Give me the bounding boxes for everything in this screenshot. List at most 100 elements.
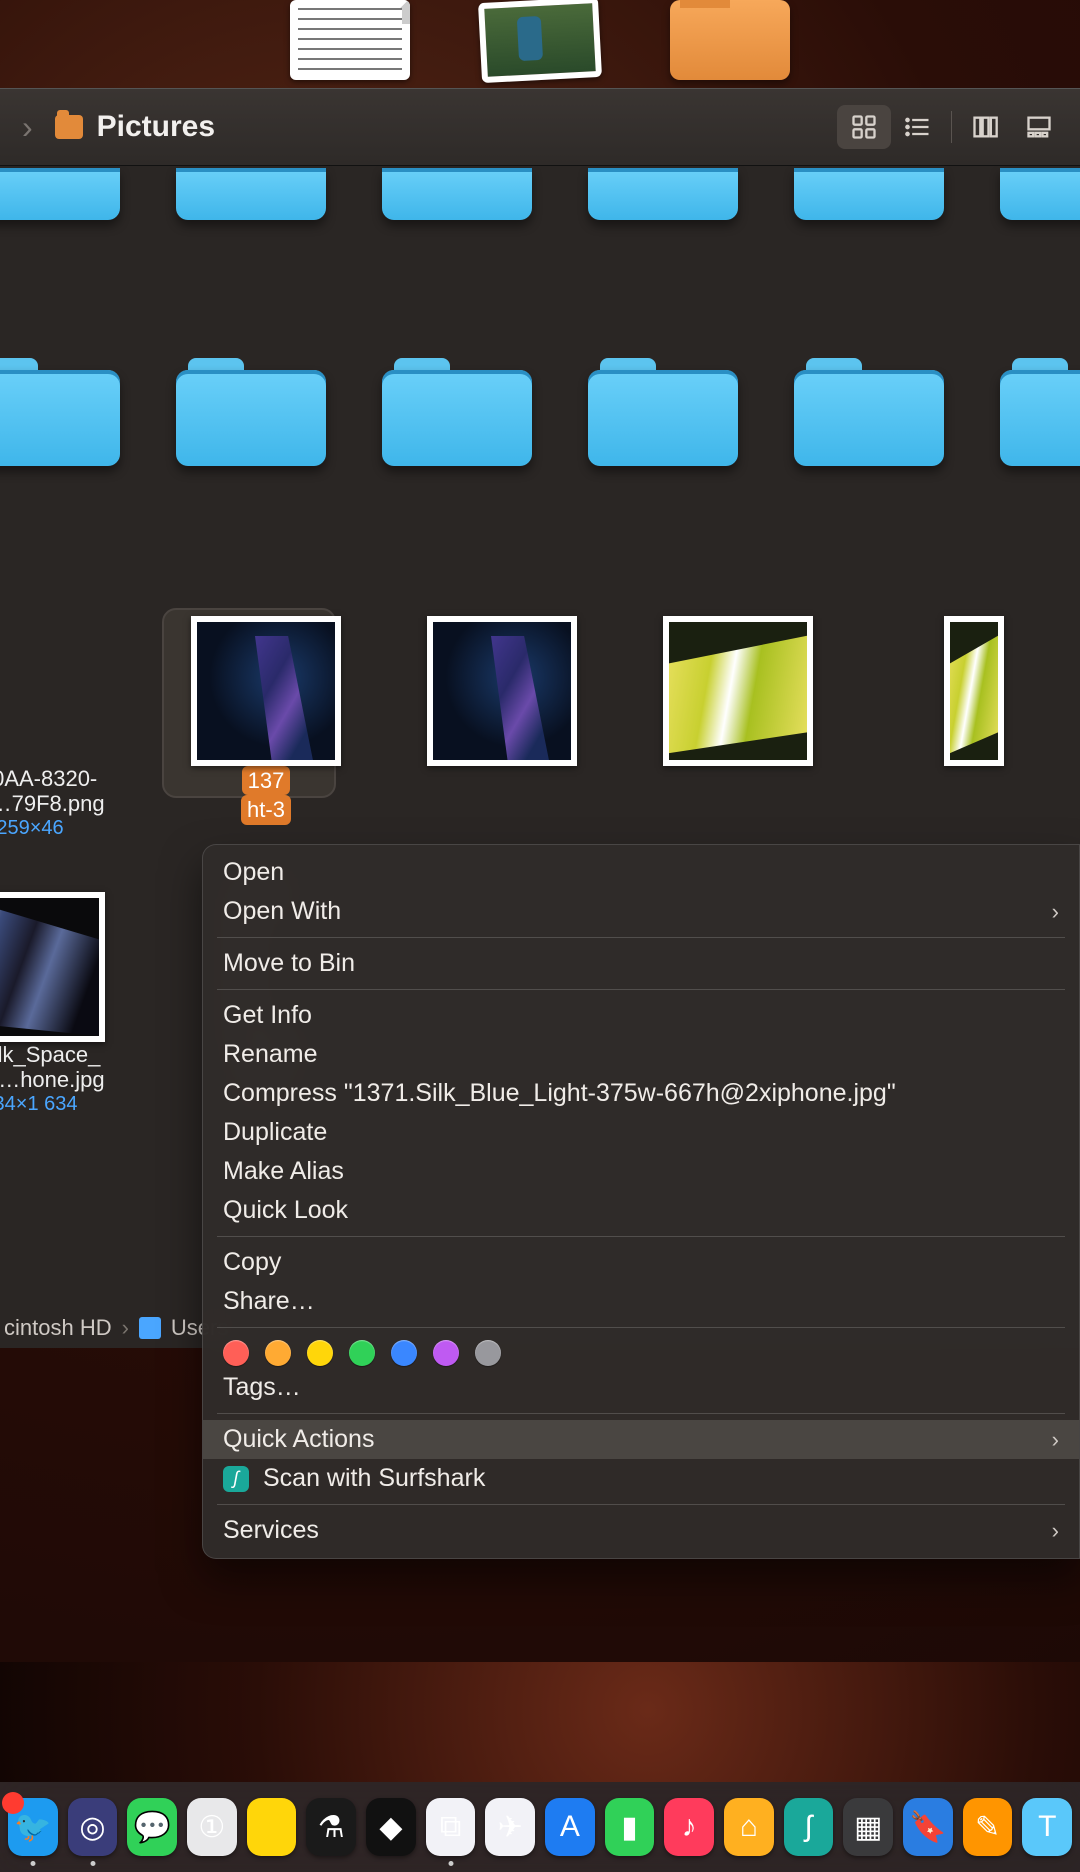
view-icon-columns[interactable] [958, 105, 1012, 149]
separator [951, 111, 952, 143]
chevron-right-icon: › [1052, 1518, 1059, 1544]
file-name: ht-3 [241, 795, 291, 824]
separator [217, 1504, 1065, 1505]
menu-duplicate[interactable]: Duplicate [203, 1113, 1079, 1152]
file-dimensions: 259×46 [0, 817, 64, 840]
dock-app-1password[interactable]: ① [187, 1798, 237, 1856]
folder-item[interactable] [794, 356, 944, 466]
view-icon-gallery[interactable] [1012, 105, 1066, 149]
folder-icon [55, 115, 83, 139]
folder-row [0, 356, 1080, 466]
window-title: Pictures [97, 110, 215, 144]
menu-share[interactable]: Share… [203, 1282, 1079, 1321]
menu-move-to-bin[interactable]: Move to Bin [203, 944, 1079, 983]
dock-app-appstore[interactable]: A [545, 1798, 595, 1856]
file-row: BE0AA-8320- 3-A…79F8.png 259×46 137 ht-3 [0, 616, 1074, 840]
menu-make-alias[interactable]: Make Alias [203, 1152, 1079, 1191]
file-item[interactable] [874, 616, 1074, 840]
desktop-drop-photo[interactable] [478, 0, 602, 83]
nav-forward-icon[interactable]: › [14, 105, 41, 150]
dock-app-bookmarks[interactable]: 🔖 [903, 1798, 953, 1856]
tag-color-dot[interactable] [475, 1340, 501, 1366]
dock-app-text[interactable]: T [1022, 1798, 1072, 1856]
file-item-selected[interactable]: 137 ht-3 [166, 616, 366, 840]
folder-item[interactable] [176, 168, 326, 220]
desktop-drops [0, 0, 1080, 88]
menu-get-info[interactable]: Get Info [203, 996, 1079, 1035]
separator [217, 1413, 1065, 1414]
dock-app-facetime[interactable]: ▮ [605, 1798, 655, 1856]
menu-tags[interactable]: Tags… [203, 1368, 1079, 1407]
path-segment[interactable]: cintosh HD [4, 1315, 112, 1341]
folder-item[interactable] [1000, 356, 1080, 466]
dock-app-layers[interactable]: ◆ [366, 1798, 416, 1856]
folder-icon [139, 1317, 161, 1339]
desktop-drop-folder[interactable] [670, 0, 790, 80]
dock-app-calculator[interactable]: ▦ [843, 1798, 893, 1856]
folder-item[interactable] [588, 356, 738, 466]
file-item[interactable]: 6.Silk_Space_ _Mo…hone.jpg 634×1 634 [0, 892, 130, 1116]
file-item[interactable]: BE0AA-8320- 3-A…79F8.png 259×46 [0, 616, 130, 840]
context-menu: Open Open With› Move to Bin Get Info Ren… [202, 844, 1080, 1559]
menu-quick-actions[interactable]: Quick Actions› [203, 1420, 1079, 1459]
thumbnail[interactable] [427, 616, 577, 766]
separator [217, 1327, 1065, 1328]
menu-services[interactable]: Services› [203, 1511, 1079, 1550]
finder-toolbar: › Pictures [0, 88, 1080, 166]
thumbnail[interactable] [944, 616, 1004, 766]
file-dimensions: 634×1 634 [0, 1093, 78, 1116]
folder-item[interactable] [1000, 168, 1080, 220]
file-name: 137 [242, 766, 291, 795]
folder-row [0, 168, 1080, 220]
file-name: 6.Silk_Space_ [0, 1042, 100, 1067]
chevron-right-icon: › [1052, 1427, 1059, 1453]
folder-item[interactable] [382, 168, 532, 220]
tag-color-dot[interactable] [265, 1340, 291, 1366]
menu-scan-surfshark[interactable]: ʃScan with Surfshark [203, 1459, 1079, 1498]
tag-color-dot[interactable] [223, 1340, 249, 1366]
view-icon-list[interactable] [891, 105, 945, 149]
dock-app-home[interactable]: ⌂ [724, 1798, 774, 1856]
desktop-drop-note[interactable] [290, 0, 410, 80]
folder-item[interactable] [794, 168, 944, 220]
menu-open[interactable]: Open [203, 853, 1079, 892]
thumbnail[interactable] [191, 616, 341, 766]
folder-item[interactable] [588, 168, 738, 220]
dock-app-pages[interactable]: ✎ [963, 1798, 1013, 1856]
dock-app-notes[interactable] [247, 1798, 297, 1856]
menu-compress[interactable]: Compress "1371.Silk_Blue_Light-375w-667h… [203, 1074, 1079, 1113]
dock-app-maps[interactable]: ✈ [485, 1798, 535, 1856]
wallpaper [0, 1662, 1080, 1782]
dock-app-messages[interactable]: 💬 [127, 1798, 177, 1856]
separator [217, 1236, 1065, 1237]
folder-item[interactable] [0, 356, 120, 466]
file-item[interactable] [638, 616, 838, 840]
tag-color-dot[interactable] [349, 1340, 375, 1366]
folder-item[interactable] [176, 356, 326, 466]
dock-app-surfshark[interactable]: ʃ [784, 1798, 834, 1856]
tags-row [203, 1334, 1079, 1368]
file-name: BE0AA-8320- [0, 766, 97, 791]
dock-app-discord[interactable]: ◎ [68, 1798, 118, 1856]
chevron-right-icon: › [1052, 899, 1059, 925]
badge-icon [2, 1792, 24, 1814]
dock-app-shortcuts[interactable]: ⧉ [426, 1798, 476, 1856]
chevron-right-icon: › [122, 1315, 129, 1341]
dock-app-twitter[interactable]: 🐦 [8, 1798, 58, 1856]
surfshark-icon: ʃ [223, 1466, 249, 1492]
tag-color-dot[interactable] [307, 1340, 333, 1366]
menu-rename[interactable]: Rename [203, 1035, 1079, 1074]
dock-app-science[interactable]: ⚗ [306, 1798, 356, 1856]
dock-app-music[interactable]: ♪ [664, 1798, 714, 1856]
thumbnail[interactable] [663, 616, 813, 766]
thumbnail[interactable] [0, 892, 105, 1042]
tag-color-dot[interactable] [433, 1340, 459, 1366]
file-item[interactable] [402, 616, 602, 840]
menu-quick-look[interactable]: Quick Look [203, 1191, 1079, 1230]
menu-open-with[interactable]: Open With› [203, 892, 1079, 931]
tag-color-dot[interactable] [391, 1340, 417, 1366]
folder-item[interactable] [0, 168, 120, 220]
folder-item[interactable] [382, 356, 532, 466]
view-icon-grid[interactable] [837, 105, 891, 149]
menu-copy[interactable]: Copy [203, 1243, 1079, 1282]
